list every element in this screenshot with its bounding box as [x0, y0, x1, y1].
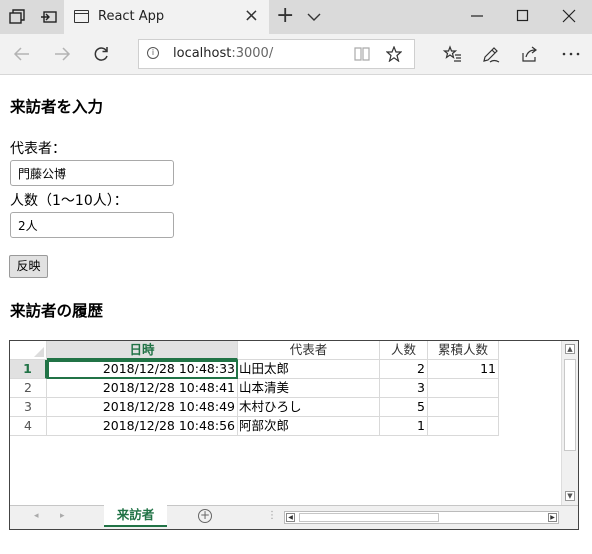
favorite-star-icon[interactable]	[386, 46, 402, 62]
site-info-icon[interactable]: i	[147, 47, 159, 59]
address-bar[interactable]: i localhost:3000/	[138, 39, 415, 69]
vertical-scrollbar[interactable]: ▲ ▼	[561, 341, 578, 505]
select-all-corner[interactable]	[10, 341, 47, 360]
vertical-scroll-thumb[interactable]	[564, 359, 576, 451]
representative-cell[interactable]: 山本清美	[238, 379, 380, 398]
url-text: localhost:3000/	[173, 46, 274, 61]
datetime-cell[interactable]: 2018/12/28 10:48:33	[47, 360, 238, 379]
row-header[interactable]: 4	[10, 417, 47, 436]
set-tabs-aside-icon[interactable]	[40, 8, 58, 26]
total-cell[interactable]	[428, 398, 499, 417]
representative-input[interactable]: 門藤公博	[10, 160, 174, 186]
count-cell[interactable]: 1	[380, 417, 428, 436]
close-tab-icon[interactable]: ×	[244, 6, 259, 26]
history-heading: 来訪者の履歴	[10, 302, 104, 320]
tab-manager-icon[interactable]	[8, 8, 26, 26]
column-header-total[interactable]: 累積人数	[428, 341, 499, 360]
navigation-bar: i localhost:3000/	[0, 34, 592, 75]
scroll-right-icon[interactable]: ▶	[548, 513, 557, 522]
back-icon[interactable]	[12, 44, 32, 64]
count-cell[interactable]: 2	[380, 360, 428, 379]
page-icon	[74, 10, 89, 23]
scroll-down-icon[interactable]: ▼	[565, 491, 575, 501]
total-cell[interactable]: 11	[428, 360, 499, 379]
sheet-grid[interactable]: 日時 代表者 人数 累積人数 1 2018/12/28 10:48:33 山田太…	[10, 341, 562, 505]
row-header[interactable]: 1	[10, 360, 47, 379]
row-header[interactable]: 3	[10, 398, 47, 417]
people-count-input[interactable]: 2人	[10, 212, 174, 238]
representative-cell[interactable]: 木村ひろし	[238, 398, 380, 417]
total-cell[interactable]	[428, 417, 499, 436]
input-heading: 来訪者を入力	[10, 98, 104, 116]
sheet-tab-visitors[interactable]: 来訪者	[104, 505, 167, 527]
representative-cell[interactable]: 山田太郎	[238, 360, 380, 379]
pen-icon[interactable]	[481, 44, 501, 64]
refresh-icon[interactable]	[91, 44, 111, 64]
column-header-datetime[interactable]: 日時	[47, 341, 238, 360]
representative-label: 代表者：	[10, 141, 66, 157]
count-cell[interactable]: 3	[380, 379, 428, 398]
title-bar: React App × +	[0, 0, 592, 34]
maximize-icon[interactable]	[516, 9, 530, 23]
column-header-count[interactable]: 人数	[380, 341, 428, 360]
forward-icon[interactable]	[52, 44, 72, 64]
count-cell[interactable]: 5	[380, 398, 428, 417]
spreadsheet[interactable]: 日時 代表者 人数 累積人数 1 2018/12/28 10:48:33 山田太…	[9, 340, 579, 530]
datetime-cell[interactable]: 2018/12/28 10:48:49	[47, 398, 238, 417]
more-options-icon[interactable]	[561, 44, 581, 64]
splitter-handle-icon[interactable]: ⋮	[267, 510, 277, 521]
scroll-left-icon[interactable]: ◀	[286, 513, 295, 522]
horizontal-scrollbar[interactable]: ◀ ▶	[284, 511, 559, 524]
prev-sheet-icon[interactable]: ◂	[34, 511, 39, 521]
column-header-representative[interactable]: 代表者	[238, 341, 380, 360]
datetime-cell[interactable]: 2018/12/28 10:48:56	[47, 417, 238, 436]
apply-button[interactable]: 反映	[9, 255, 48, 278]
people-count-label: 人数（1～10人）：	[10, 193, 128, 209]
favorites-hub-icon[interactable]	[442, 44, 462, 64]
reading-view-icon[interactable]	[354, 47, 370, 61]
datetime-cell[interactable]: 2018/12/28 10:48:41	[47, 379, 238, 398]
next-sheet-icon[interactable]: ▸	[60, 511, 65, 521]
new-tab-icon[interactable]: +	[276, 4, 294, 28]
share-icon[interactable]	[520, 44, 540, 64]
representative-cell[interactable]: 阿部次郎	[238, 417, 380, 436]
add-sheet-icon[interactable]: +	[198, 509, 212, 523]
minimize-icon[interactable]	[470, 9, 484, 23]
tab-title: React App	[98, 9, 165, 24]
scroll-up-icon[interactable]: ▲	[565, 344, 575, 354]
chevron-down-icon[interactable]	[306, 9, 322, 25]
total-cell[interactable]	[428, 379, 499, 398]
sheet-tab-bar: ◂ ▸ 来訪者 + ⋮ ◀ ▶	[10, 505, 578, 529]
row-header[interactable]: 2	[10, 379, 47, 398]
horizontal-scroll-thumb[interactable]	[299, 513, 439, 522]
close-window-icon[interactable]	[562, 9, 576, 23]
browser-tab[interactable]: React App ×	[64, 0, 269, 34]
